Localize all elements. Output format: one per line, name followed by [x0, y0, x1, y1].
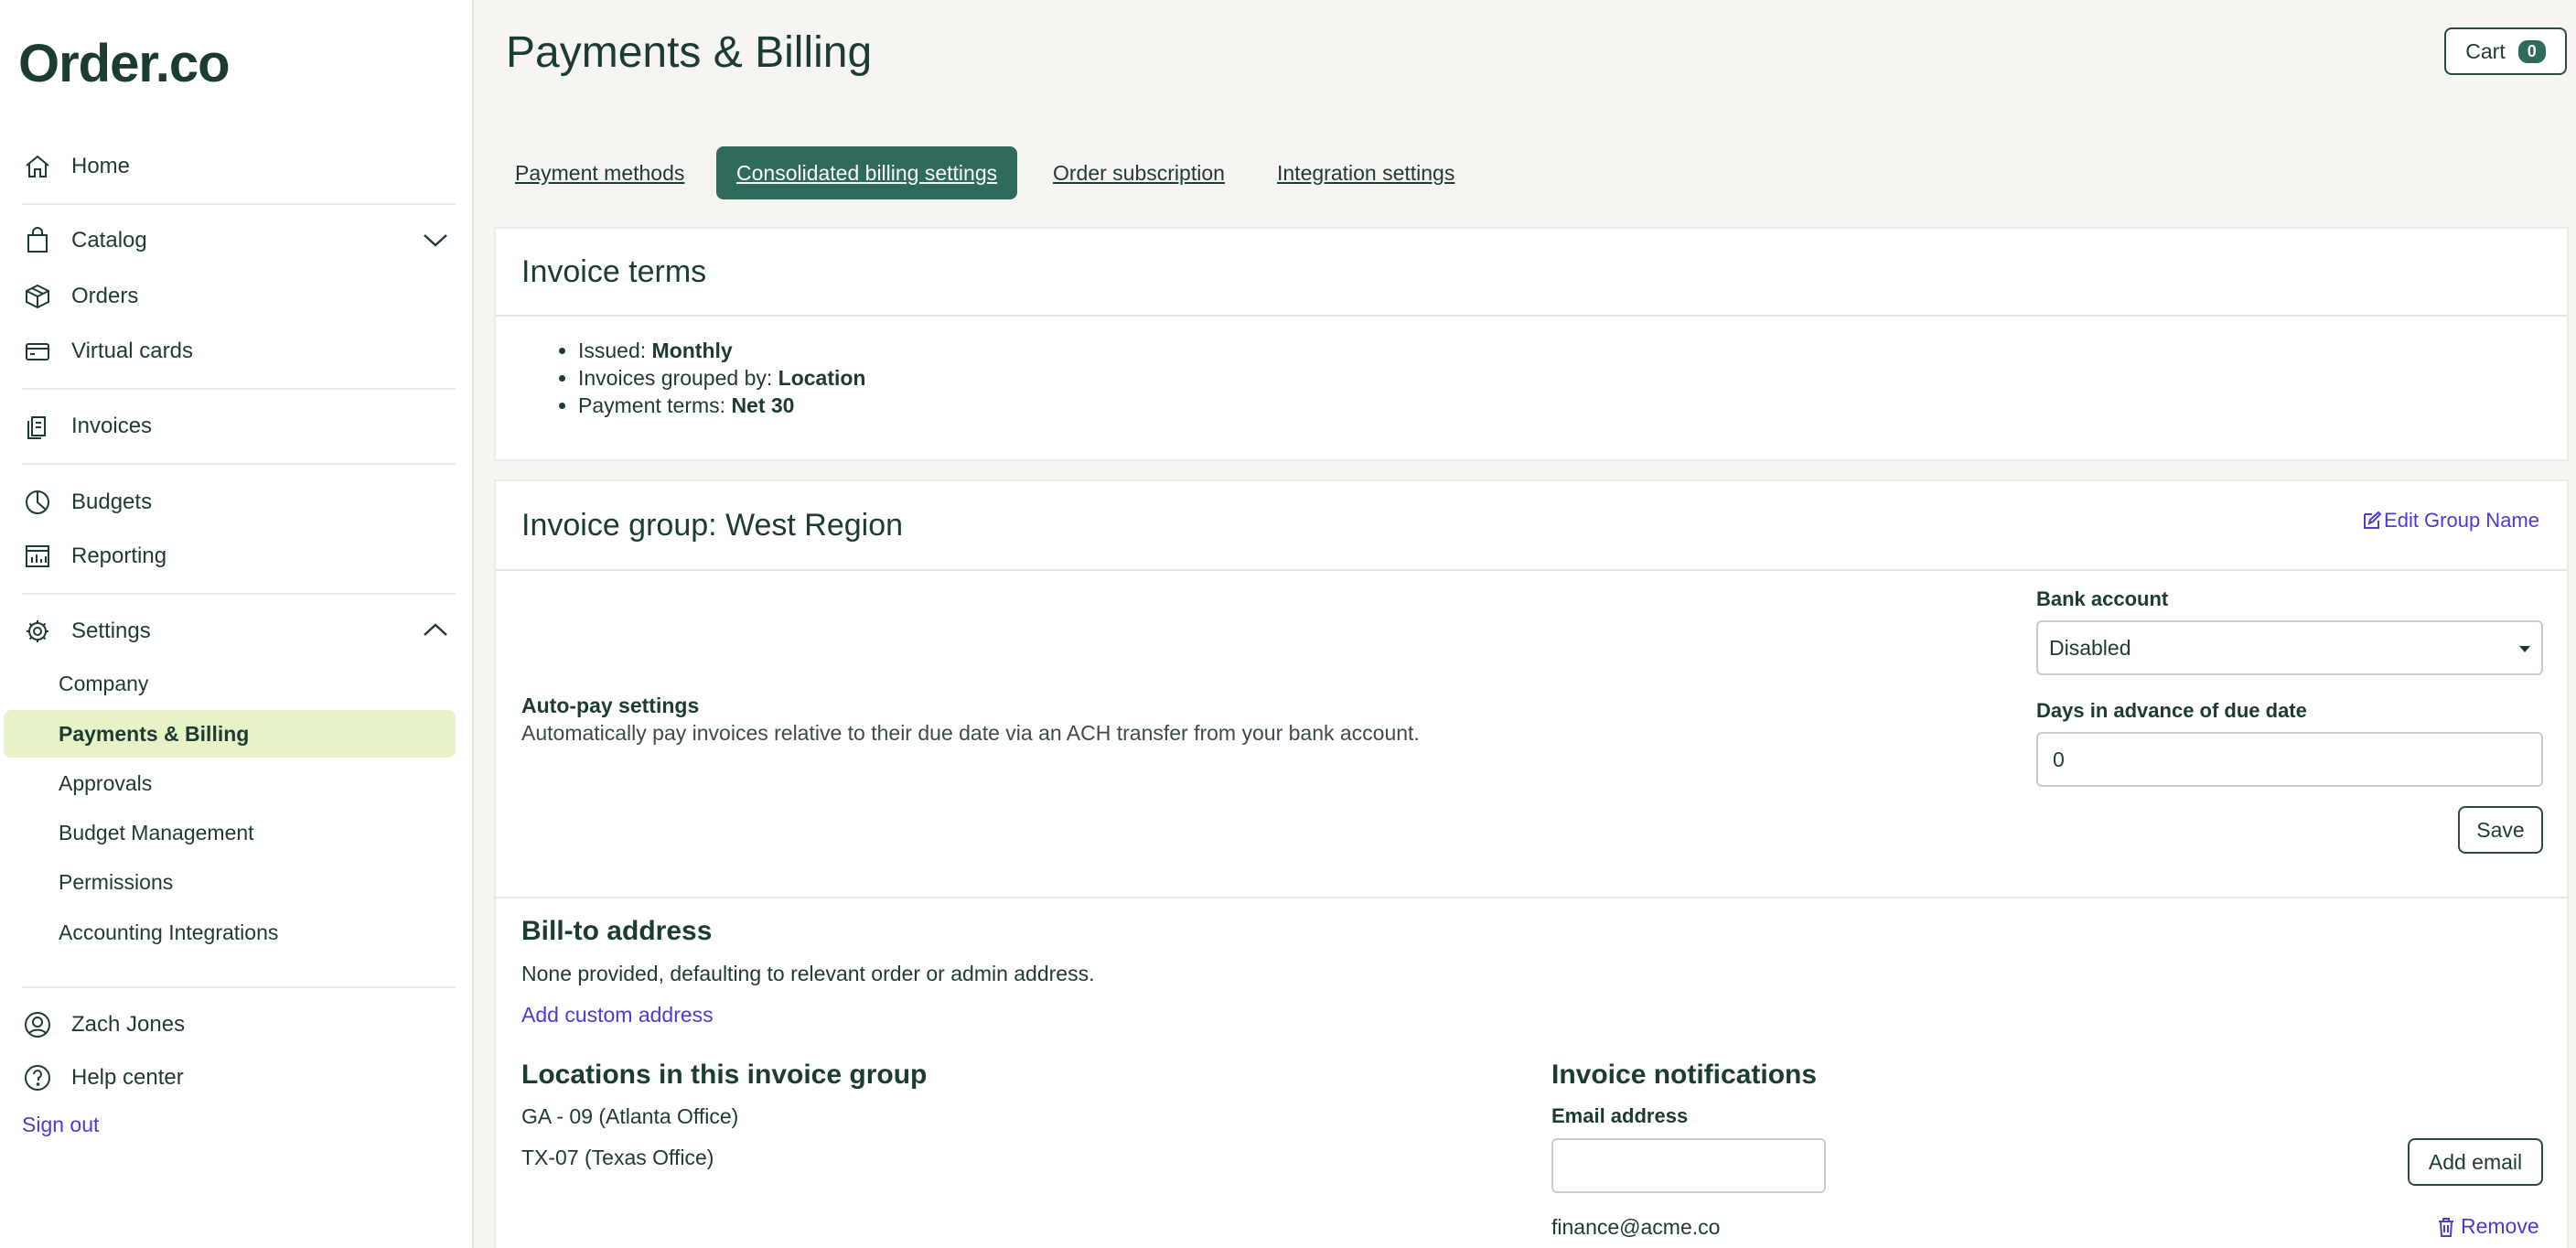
autopay-settings-title: Auto-pay settings [521, 694, 700, 717]
home-icon [22, 151, 53, 182]
help-icon [22, 1062, 53, 1093]
tab-payment-methods[interactable]: Payment methods [506, 146, 693, 199]
days-in-advance-label: Days in advance of due date [2036, 699, 2307, 722]
tab-order-subscription[interactable]: Order subscription [1044, 146, 1234, 199]
box-icon [22, 281, 53, 312]
add-custom-address-link[interactable]: Add custom address [521, 1003, 714, 1027]
bill-to-address-description: None provided, defaulting to relevant or… [521, 962, 1095, 985]
tab-integration-settings[interactable]: Integration settings [1268, 146, 1464, 199]
sidebar-item-home[interactable]: Home [22, 145, 452, 188]
notification-email: finance@acme.co [1551, 1215, 1721, 1239]
sidebar-item-settings[interactable]: Settings [22, 610, 452, 652]
terms-grouped-by: Invoices grouped by: Location [578, 364, 2567, 392]
section-divider [494, 897, 2569, 898]
user-name: Zach Jones [71, 1012, 186, 1037]
sidebar-subitem-accounting-integrations[interactable]: Accounting Integrations [59, 914, 278, 951]
trash-icon [2439, 1217, 2453, 1237]
card-icon [22, 336, 53, 367]
sidebar-item-reporting[interactable]: Reporting [22, 535, 452, 577]
email-address-input[interactable] [1551, 1138, 1826, 1193]
bank-account-select[interactable]: Disabled [2036, 620, 2543, 675]
sidebar-divider [22, 986, 456, 988]
sidebar-subitem-approvals[interactable]: Approvals [59, 765, 152, 802]
invoice-terms-list: Issued: Monthly Invoices grouped by: Loc… [496, 317, 2567, 419]
autopay-settings-description: Automatically pay invoices relative to t… [521, 721, 1420, 745]
edit-group-name-link[interactable]: Edit Group Name [2362, 509, 2539, 533]
sidebar-subitem-payments-billing[interactable]: Payments & Billing [59, 715, 249, 752]
save-button[interactable]: Save [2458, 806, 2543, 854]
gear-icon [22, 616, 53, 647]
sidebar-item-label: Settings [71, 619, 151, 643]
invoice-terms-title: Invoice terms [496, 229, 2567, 317]
caret-down-icon [2519, 646, 2530, 652]
terms-issued: Issued: Monthly [578, 337, 2567, 364]
sidebar-item-budgets[interactable]: Budgets [22, 481, 452, 523]
sidebar-item-label: Home [71, 154, 131, 178]
page-title: Payments & Billing [506, 28, 873, 77]
sidebar-item-label: Budgets [71, 490, 153, 514]
sidebar-item-label: Orders [71, 284, 139, 308]
invoice-terms-card: Invoice terms Issued: Monthly Invoices g… [494, 227, 2569, 461]
days-in-advance-input[interactable]: 0 [2036, 732, 2543, 787]
terms-payment: Payment terms: Net 30 [578, 392, 2567, 419]
sidebar-subitem-permissions[interactable]: Permissions [59, 864, 173, 900]
sidebar-item-orders[interactable]: Orders [22, 275, 452, 317]
locations-title: Locations in this invoice group [521, 1060, 928, 1090]
invoice-group-title: Invoice group: West Region [496, 481, 2567, 571]
invoice-icon [22, 411, 53, 442]
bank-account-label: Bank account [2036, 587, 2169, 610]
report-icon [22, 541, 53, 572]
chevron-down-icon[interactable] [421, 225, 452, 256]
email-address-label: Email address [1551, 1104, 1689, 1127]
invoice-group-card: Invoice group: West Region Edit Group Na… [494, 479, 2569, 1248]
pie-icon [22, 487, 53, 518]
sidebar-item-invoices[interactable]: Invoices [22, 405, 452, 447]
chevron-up-icon[interactable] [421, 616, 452, 647]
cart-button[interactable]: Cart 0 [2444, 27, 2567, 75]
sign-out-link[interactable]: Sign out [22, 1113, 99, 1137]
location-item: GA - 09 (Atlanta Office) [521, 1104, 739, 1128]
sidebar-item-label: Invoices [71, 414, 153, 438]
sidebar-divider [22, 463, 456, 465]
edit-icon [2364, 511, 2382, 529]
remove-email-link[interactable]: Remove [2437, 1214, 2539, 1239]
sidebar-divider [22, 203, 456, 205]
sidebar-item-label: Virtual cards [71, 339, 193, 363]
bill-to-address-title: Bill-to address [521, 916, 713, 946]
help-center-label: Help center [71, 1065, 184, 1090]
sidebar-divider [22, 593, 456, 595]
sidebar-item-catalog[interactable]: Catalog [22, 220, 452, 262]
cart-count-badge: 0 [2517, 39, 2546, 63]
sidebar-subitem-company[interactable]: Company [59, 665, 148, 702]
sidebar-item-user[interactable]: Zach Jones [22, 1004, 452, 1046]
sidebar-item-virtual-cards[interactable]: Virtual cards [22, 330, 452, 372]
tab-consolidated-billing-settings[interactable]: Consolidated billing settings [716, 146, 1018, 199]
sidebar-subitem-budget-management[interactable]: Budget Management [59, 814, 254, 851]
user-icon [22, 1009, 53, 1040]
cart-label: Cart [2465, 38, 2506, 63]
bag-icon [22, 225, 53, 256]
sidebar-item-label: Reporting [71, 543, 167, 568]
add-email-button[interactable]: Add email [2408, 1138, 2543, 1186]
sidebar: Order.co Home Catalog Orders Virtual car… [0, 0, 474, 1248]
invoice-notifications-title: Invoice notifications [1551, 1060, 1818, 1090]
logo[interactable]: Order.co [18, 33, 231, 94]
location-item: TX-07 (Texas Office) [521, 1146, 714, 1169]
sidebar-item-label: Catalog [71, 228, 147, 253]
sidebar-divider [22, 388, 456, 390]
sidebar-item-help-center[interactable]: Help center [22, 1057, 452, 1099]
